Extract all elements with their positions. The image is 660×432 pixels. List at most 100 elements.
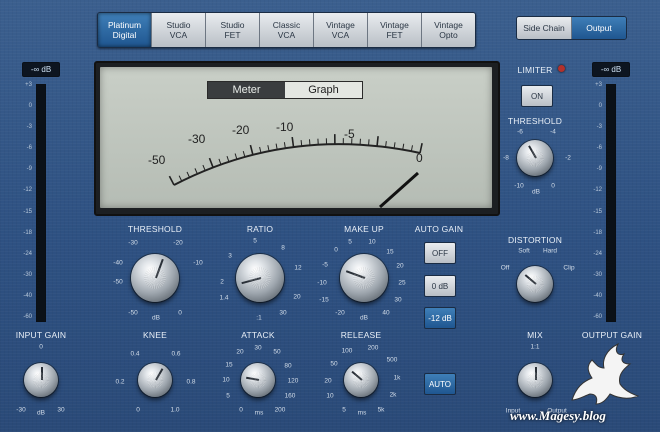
model-vintage-vca[interactable]: Vintage VCA bbox=[314, 13, 368, 47]
threshold-knob[interactable] bbox=[131, 254, 179, 302]
model-selector: Platinum Digital Studio VCA Studio FET C… bbox=[97, 12, 476, 48]
tab-graph[interactable]: Graph bbox=[285, 82, 362, 98]
makeup-scale-5b: 5 bbox=[348, 238, 352, 246]
meter-tick-label: -15 bbox=[593, 208, 602, 215]
threshold-label: THRESHOLD bbox=[127, 224, 183, 234]
meter-tick-label: -12 bbox=[23, 187, 32, 194]
meter-label-10: -10 bbox=[276, 120, 294, 134]
attack-scale-30: 30 bbox=[254, 344, 262, 352]
meter-tick-label: -12 bbox=[593, 187, 602, 194]
mix-label: MIX bbox=[527, 330, 543, 340]
model-classic-vca[interactable]: Classic VCA bbox=[260, 13, 314, 47]
knee-knob[interactable] bbox=[138, 363, 172, 397]
meter-tick bbox=[178, 175, 183, 182]
output-button[interactable]: Output bbox=[572, 17, 626, 39]
meter-tick bbox=[275, 143, 278, 150]
meter-scale-labels: -50 -30 -20 -10 -5 0 bbox=[148, 120, 423, 167]
makeup-scale-15: -15 bbox=[319, 296, 329, 304]
attack-unit: ms bbox=[254, 409, 264, 417]
auto-release-button[interactable]: AUTO bbox=[424, 373, 456, 395]
release-scale-500: 500 bbox=[386, 356, 398, 364]
makeup-scale-15b: 15 bbox=[386, 248, 394, 256]
model-vintage-fet[interactable]: Vintage FET bbox=[368, 13, 422, 47]
knee-scale-0: 0 bbox=[136, 406, 140, 414]
threshold-scale-50: -50 bbox=[113, 278, 123, 286]
ratio-scale-8: 8 bbox=[281, 244, 285, 252]
input-gain-knob[interactable] bbox=[24, 363, 58, 397]
makeup-scale-40: 40 bbox=[382, 309, 390, 317]
knee-scale-0-4: 0.4 bbox=[130, 350, 140, 358]
meter-tick-label: -15 bbox=[23, 208, 32, 215]
knee-scale-0-2: 0.2 bbox=[115, 378, 125, 386]
meter-tick bbox=[410, 145, 413, 152]
makeup-scale-20b: 20 bbox=[396, 262, 404, 270]
meter-tick bbox=[208, 157, 214, 168]
attack-scale-5: 5 bbox=[226, 392, 230, 400]
meter-label-30: -30 bbox=[188, 132, 206, 146]
limiter-threshold-knob[interactable] bbox=[517, 140, 553, 176]
model-platinum-digital[interactable]: Platinum Digital bbox=[98, 13, 152, 47]
meter-tick-label: 0 bbox=[28, 103, 32, 110]
release-scale-5k: 5k bbox=[377, 406, 385, 414]
meter-tick bbox=[226, 155, 230, 162]
distortion-scale-soft: Soft bbox=[518, 247, 530, 255]
ratio-scale-20: 20 bbox=[293, 293, 301, 301]
release-knob[interactable] bbox=[344, 363, 378, 397]
input-gain-scale-30: 30 bbox=[57, 406, 65, 414]
output-level-meter bbox=[606, 84, 616, 322]
limiter-label: LIMITER bbox=[517, 65, 553, 75]
lim-threshold-scale-2: -2 bbox=[565, 154, 571, 162]
meter-tick bbox=[234, 153, 238, 160]
distortion-knob[interactable] bbox=[517, 266, 553, 302]
meter-tick bbox=[194, 168, 198, 175]
meter-tick bbox=[186, 171, 190, 178]
ratio-scale-1-4: 1.4 bbox=[219, 294, 229, 302]
ratio-knob[interactable] bbox=[236, 254, 284, 302]
attack-knob[interactable] bbox=[241, 363, 275, 397]
makeup-scale-10b: 10 bbox=[368, 238, 376, 246]
threshold-scale-10: -10 bbox=[193, 259, 203, 267]
meter-tick-label: -60 bbox=[593, 314, 602, 320]
meter-tick-label: -9 bbox=[596, 166, 602, 173]
attack-scale-160: 160 bbox=[284, 392, 296, 400]
side-chain-button[interactable]: Side Chain bbox=[517, 17, 572, 39]
release-scale-20: 20 bbox=[324, 377, 332, 385]
griffin-logo bbox=[571, 342, 640, 405]
auto-gain-minus12db-button[interactable]: -12 dB bbox=[424, 307, 456, 329]
makeup-scale-10: -10 bbox=[317, 279, 327, 287]
model-vintage-opto[interactable]: Vintage Opto bbox=[422, 13, 475, 47]
lim-threshold-scale-6: -6 bbox=[517, 128, 523, 136]
input-gain-scale-minus30: -30 bbox=[16, 406, 26, 414]
mix-knob[interactable] bbox=[518, 363, 552, 397]
meter-tick-label: -24 bbox=[593, 250, 602, 257]
sidechain-output-toggle: Side Chain Output bbox=[516, 16, 627, 40]
knee-scale-0-8: 0.8 bbox=[186, 378, 196, 386]
model-studio-vca[interactable]: Studio VCA bbox=[152, 13, 206, 47]
tab-meter[interactable]: Meter bbox=[208, 82, 285, 98]
makeup-scale-30: 30 bbox=[394, 296, 402, 304]
meter-tick bbox=[402, 143, 405, 150]
attack-scale-10: 10 bbox=[222, 376, 230, 384]
release-scale-5: 5 bbox=[342, 406, 346, 414]
attack-scale-200: 200 bbox=[274, 406, 286, 414]
threshold-scale-20: -20 bbox=[173, 239, 183, 247]
lim-threshold-scale-0: 0 bbox=[551, 182, 555, 190]
limiter-on-button[interactable]: ON bbox=[521, 85, 553, 107]
auto-gain-off-button[interactable]: OFF bbox=[424, 242, 456, 264]
release-unit: ms bbox=[357, 409, 367, 417]
makeup-scale-0: 0 bbox=[334, 246, 338, 254]
makeup-scale-25: 25 bbox=[398, 279, 406, 287]
auto-gain-0db-button[interactable]: 0 dB bbox=[424, 275, 456, 297]
ratio-scale-30: 30 bbox=[279, 309, 287, 317]
meter-tick-label: -9 bbox=[26, 166, 32, 173]
attack-scale-0: 0 bbox=[239, 406, 243, 414]
mix-scale-1-1: 1:1 bbox=[530, 343, 540, 351]
makeup-knob[interactable] bbox=[340, 254, 388, 302]
meter-tick-label: -18 bbox=[593, 229, 602, 236]
meter-tick-label: -30 bbox=[23, 271, 32, 278]
lim-threshold-scale-8: -8 bbox=[503, 154, 509, 162]
model-studio-fet[interactable]: Studio FET bbox=[206, 13, 260, 47]
meter-tick bbox=[376, 136, 379, 147]
knee-scale-1-0: 1.0 bbox=[170, 406, 180, 414]
attack-label: ATTACK bbox=[241, 330, 275, 340]
